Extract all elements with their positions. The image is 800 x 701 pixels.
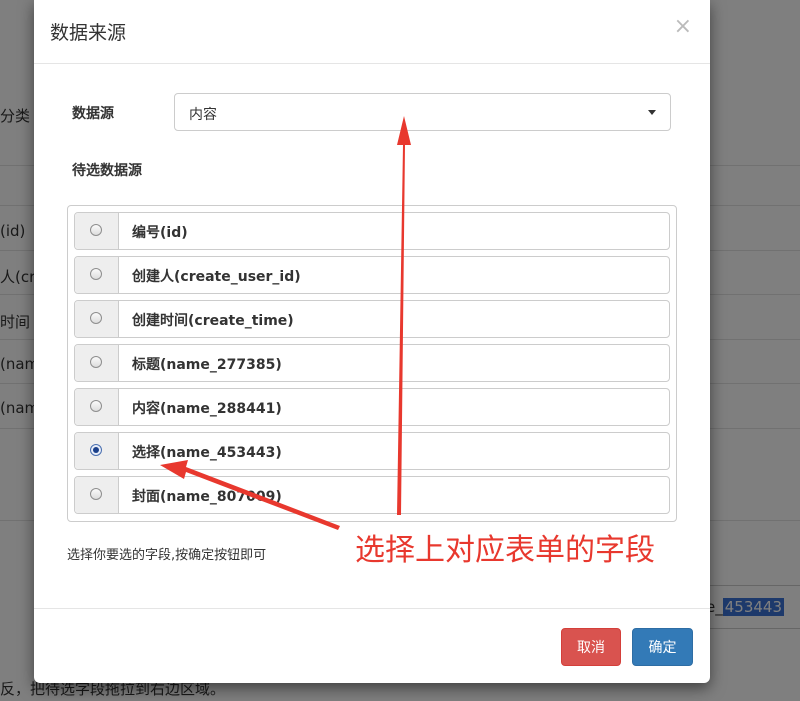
- annotation-arrows: [160, 116, 411, 530]
- annotation-text: 选择上对应表单的字段: [355, 533, 655, 568]
- arrow-up: [397, 116, 411, 515]
- arrow-left: [160, 460, 340, 530]
